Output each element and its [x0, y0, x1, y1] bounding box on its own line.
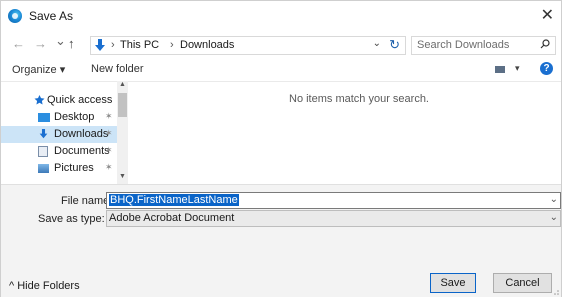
- file-name-dropdown-icon[interactable]: ⌄: [550, 194, 558, 205]
- sidebar-item-desktop[interactable]: Desktop ✶: [1, 109, 117, 126]
- refresh-icon[interactable]: ↻: [389, 37, 400, 53]
- sidebar-item-quick-access[interactable]: Quick access: [1, 92, 117, 109]
- breadcrumb-downloads[interactable]: Downloads: [180, 39, 234, 51]
- sidebar-item-label: Documents: [54, 145, 110, 157]
- search-icon: [540, 39, 550, 49]
- cancel-button[interactable]: Cancel: [493, 273, 552, 293]
- hide-folders-label: Hide Folders: [17, 280, 80, 292]
- file-name-label: File name:: [61, 195, 113, 207]
- close-button[interactable]: ✕: [541, 5, 554, 25]
- view-dropdown-icon[interactable]: ▾: [515, 63, 520, 74]
- download-icon: [95, 39, 105, 51]
- navigation-pane: Quick access Desktop ✶ Downloads ✶ Docum…: [1, 81, 128, 184]
- pin-icon[interactable]: ✶: [105, 111, 113, 122]
- scroll-thumb[interactable]: [118, 93, 127, 117]
- scroll-down-icon[interactable]: ▼: [117, 173, 128, 183]
- save-as-dialog: Save As ✕ ← → ⌄ ↑ › This PC › Downloads …: [0, 0, 562, 297]
- save-form: File name: BHQ.FirstNameLastName ⌄ Save …: [1, 184, 561, 297]
- breadcrumb-this-pc[interactable]: This PC: [120, 39, 159, 51]
- edge-app-icon: [8, 9, 22, 23]
- help-icon[interactable]: ?: [540, 62, 553, 75]
- sidebar-item-documents[interactable]: Documents ✶: [1, 143, 117, 160]
- scroll-up-icon[interactable]: ▲: [117, 81, 128, 91]
- sidebar-item-downloads[interactable]: Downloads ✶: [1, 126, 117, 143]
- hide-folders-toggle[interactable]: ^ Hide Folders: [9, 280, 80, 292]
- chevron-up-icon: ^: [9, 280, 15, 292]
- sidebar-item-pictures[interactable]: Pictures ✶: [1, 160, 117, 177]
- documents-icon: [38, 146, 48, 157]
- organize-menu[interactable]: Organize ▾: [12, 63, 65, 76]
- address-dropdown-icon[interactable]: ⌄: [373, 38, 381, 49]
- save-type-dropdown-icon[interactable]: ⌄: [550, 212, 558, 223]
- sidebar-item-label: Desktop: [54, 111, 95, 123]
- save-button[interactable]: Save: [430, 273, 476, 293]
- back-button[interactable]: ←: [12, 37, 25, 51]
- title-bar: Save As ✕: [1, 1, 561, 31]
- star-icon: [34, 95, 45, 105]
- pin-icon[interactable]: ✶: [105, 128, 113, 139]
- sidebar-item-label: Downloads: [54, 128, 109, 140]
- navigation-bar: ← → ⌄ ↑ › This PC › Downloads ⌄ ↻ Search…: [1, 31, 561, 59]
- recent-locations-button[interactable]: ⌄: [55, 34, 66, 48]
- address-bar[interactable]: › This PC › Downloads ⌄ ↻: [90, 36, 406, 55]
- pictures-icon: [38, 164, 49, 173]
- resize-grip-icon[interactable]: [551, 287, 559, 295]
- up-button[interactable]: ↑: [68, 37, 75, 51]
- window-title: Save As: [29, 9, 74, 23]
- download-icon: [39, 129, 48, 139]
- save-type-value: Adobe Acrobat Document: [109, 212, 235, 224]
- desktop-icon: [38, 113, 50, 122]
- search-input[interactable]: Search Downloads: [417, 39, 509, 51]
- new-folder-button[interactable]: New folder: [91, 63, 144, 75]
- save-type-select[interactable]: Adobe Acrobat Document ⌄: [106, 210, 561, 227]
- search-box[interactable]: Search Downloads: [411, 36, 556, 55]
- forward-button[interactable]: →: [34, 37, 47, 51]
- empty-message: No items match your search.: [289, 93, 429, 105]
- command-toolbar: Organize ▾ New folder ▾ ?: [1, 59, 561, 82]
- file-name-field[interactable]: BHQ.FirstNameLastName ⌄: [106, 192, 561, 209]
- sidebar-item-label: Quick access: [47, 94, 113, 106]
- breadcrumb-separator-icon: ›: [170, 39, 174, 51]
- pin-icon[interactable]: ✶: [105, 145, 113, 156]
- save-type-label: Save as type:: [38, 213, 105, 225]
- pin-icon[interactable]: ✶: [105, 162, 113, 173]
- breadcrumb-separator-icon: ›: [111, 39, 115, 51]
- file-name-value[interactable]: BHQ.FirstNameLastName: [109, 194, 239, 206]
- file-list[interactable]: No items match your search.: [129, 81, 561, 184]
- navigation-pane-scrollbar[interactable]: ▲ ▼: [117, 81, 128, 184]
- sidebar-item-label: Pictures: [54, 162, 94, 174]
- view-options-icon[interactable]: [495, 66, 505, 73]
